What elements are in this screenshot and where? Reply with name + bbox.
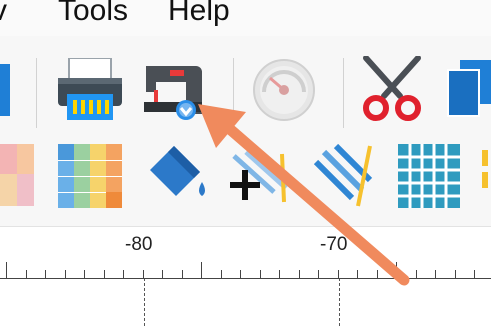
ruler-tick (181, 270, 183, 278)
ruler-tick (25, 270, 27, 278)
stripes-icon[interactable] (313, 143, 378, 208)
ruler-tick (220, 270, 222, 278)
copy-icon[interactable] (446, 60, 491, 120)
ruler-tick (279, 270, 280, 278)
ruler-tick (435, 270, 436, 278)
ruler-tick (123, 270, 124, 278)
menu-help[interactable]: Help (168, 0, 230, 28)
ruler-guide (144, 278, 145, 326)
speedometer-icon[interactable] (250, 58, 318, 122)
ruler-tick (454, 270, 456, 278)
add-stitch-icon[interactable] (224, 146, 294, 208)
menu-tools[interactable]: Tools (58, 0, 128, 28)
sewing-machine-icon[interactable] (140, 58, 210, 122)
ruler-tick (45, 270, 46, 278)
printer-icon[interactable] (55, 57, 125, 122)
ruler-tick (474, 270, 475, 278)
partial-yellow-icon[interactable] (480, 148, 491, 208)
ruler-tick (396, 262, 397, 278)
partial-blue-icon[interactable] (0, 60, 14, 120)
ruler-guide (339, 278, 340, 326)
ruler-tick (240, 270, 241, 278)
ruler-tick (259, 270, 261, 278)
toolbar-separator (233, 58, 234, 128)
ruler-tick (201, 262, 202, 278)
color-block-partial-icon[interactable] (0, 144, 34, 206)
ruler-tick (298, 270, 300, 278)
toolbar-separator (36, 58, 37, 128)
ruler-tick (337, 270, 339, 278)
scissors-icon[interactable] (358, 55, 426, 122)
ruler-tick (376, 270, 378, 278)
ruler-baseline (0, 278, 491, 279)
grid-icon[interactable] (398, 144, 460, 208)
ruler-label: -70 (320, 234, 348, 255)
color-palette-icon[interactable] (58, 144, 122, 208)
ruler-tick (103, 270, 105, 278)
ruler-tick (6, 262, 7, 278)
paint-bucket-icon[interactable] (144, 142, 212, 210)
menu-view[interactable]: v (0, 0, 7, 28)
ruler-tick (162, 270, 163, 278)
ruler-tick (415, 270, 417, 278)
ruler-tick (64, 270, 66, 278)
menu-bar: v Tools Help (0, 0, 491, 36)
ruler-label: -80 (125, 234, 153, 255)
ruler-tick (357, 270, 358, 278)
toolbar-separator (343, 58, 344, 128)
ruler-tick (318, 270, 319, 278)
ruler-border (0, 226, 491, 227)
ruler: -80 -70 (0, 226, 491, 326)
ruler-tick (142, 270, 144, 278)
ruler-tick (84, 270, 85, 278)
toolbar (0, 36, 491, 226)
